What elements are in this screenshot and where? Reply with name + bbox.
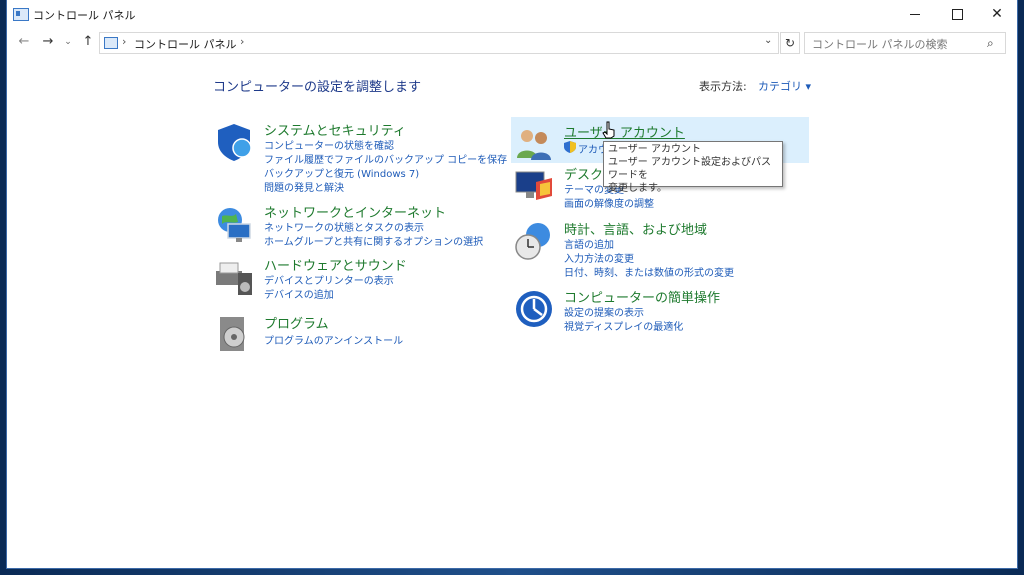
desktop-icon [515,171,552,200]
hand-cursor-icon [602,121,615,139]
category-network-internet: ネットワークとインターネット ネットワークの状態とタスクの表示 ホームグループと… [214,202,494,252]
search-placeholder: コントロール パネルの検索 [812,38,948,51]
view-by-dropdown[interactable]: カテゴリ ▾ [758,78,811,94]
users-icon [517,130,551,160]
control-panel-window: コントロール パネル ✕ ← → ⌄ ↑ › コントロール パネル › ⌄ ↻ … [7,0,1017,568]
page-title: コンピューターの設定を調整します [213,80,422,95]
tooltip-line: 変更します。 [608,183,667,194]
category-title[interactable]: ユーザー アカウント [564,122,685,141]
category-title[interactable]: プログラム [264,313,329,332]
maximize-icon [951,8,963,20]
navigation-bar: ← → ⌄ ↑ › コントロール パネル › ⌄ ↻ コントロール パネルの検索… [7,30,1017,56]
breadcrumb-separator-icon[interactable]: › [240,35,244,48]
maximize-button[interactable] [937,0,977,28]
window-title: コントロール パネル [33,9,136,22]
back-button[interactable]: ← [15,33,33,51]
category-hardware-sound: ハードウェアとサウンド デバイスとプリンターの表示 デバイスの追加 [214,255,494,305]
tooltip-line: ユーザー アカウント [608,144,701,155]
printer-speaker-icon [216,262,252,295]
breadcrumb-separator-icon[interactable]: › [122,35,126,48]
category-link[interactable]: デバイスとプリンターの表示 [264,272,394,287]
refresh-button[interactable]: ↻ [780,32,800,54]
category-link[interactable]: 設定の提案の表示 [564,304,644,319]
search-input[interactable]: コントロール パネルの検索 ⌕ [804,32,1006,54]
minimize-icon [910,13,920,15]
control-panel-icon [13,8,29,21]
uac-shield-icon [564,141,576,153]
ease-of-access-icon [516,291,552,327]
clock-globe-icon [515,223,550,260]
breadcrumb-control-panel[interactable]: コントロール パネル [134,36,237,52]
category-link[interactable]: 日付、時刻、または数値の形式の変更 [564,264,734,279]
shield-icon [218,124,252,161]
close-button[interactable]: ✕ [977,0,1017,28]
category-clock-language-region: 時計、言語、および地域 言語の追加 入力方法の変更 日付、時刻、または数値の形式… [514,219,804,281]
category-link[interactable]: 言語の追加 [564,236,614,251]
category-system-security: システムとセキュリティ コンピューターの状態を確認 ファイル履歴でファイルのバッ… [214,120,507,200]
title-bar: コントロール パネル ✕ [7,0,1017,28]
network-globe-icon [218,208,251,242]
tooltip: ユーザー アカウント ユーザー アカウント設定およびパスワードを 変更します。 [603,141,783,194]
up-button[interactable]: ↑ [79,33,97,51]
category-link[interactable]: プログラムのアンインストール [264,332,403,347]
program-disc-icon [220,317,245,351]
category-link[interactable]: ファイル履歴でファイルのバックアップ コピーを保存 [264,151,507,166]
category-programs: プログラム プログラムのアンインストール [214,313,494,353]
category-link[interactable]: 問題の発見と解決 [264,179,344,194]
category-link[interactable]: 画面の解像度の調整 [564,195,654,210]
view-by-label: 表示方法: [699,80,747,93]
category-link[interactable]: コンピューターの状態を確認 [264,137,394,152]
forward-button[interactable]: → [39,33,57,51]
category-link[interactable]: 入力方法の変更 [564,250,634,265]
category-link[interactable]: バックアップと復元 (Windows 7) [264,165,419,180]
category-ease-of-access: コンピューターの簡単操作 設定の提案の表示 視覚ディスプレイの最適化 [514,287,804,335]
category-link[interactable]: ホームグループと共有に関するオプションの選択 [264,233,483,248]
category-link[interactable]: ネットワークの状態とタスクの表示 [264,219,424,234]
search-icon[interactable]: ⌕ [987,36,994,51]
recent-locations-button[interactable]: ⌄ [59,33,77,51]
category-link[interactable]: デバイスの追加 [264,286,334,301]
address-dropdown-icon[interactable]: ⌄ [764,35,772,46]
tooltip-line: ユーザー アカウント設定およびパスワードを [608,157,771,181]
control-panel-icon [104,37,118,49]
category-link[interactable]: 視覚ディスプレイの最適化 [564,318,683,333]
minimize-button[interactable] [895,0,935,28]
address-bar[interactable]: › コントロール パネル › ⌄ [99,32,779,54]
